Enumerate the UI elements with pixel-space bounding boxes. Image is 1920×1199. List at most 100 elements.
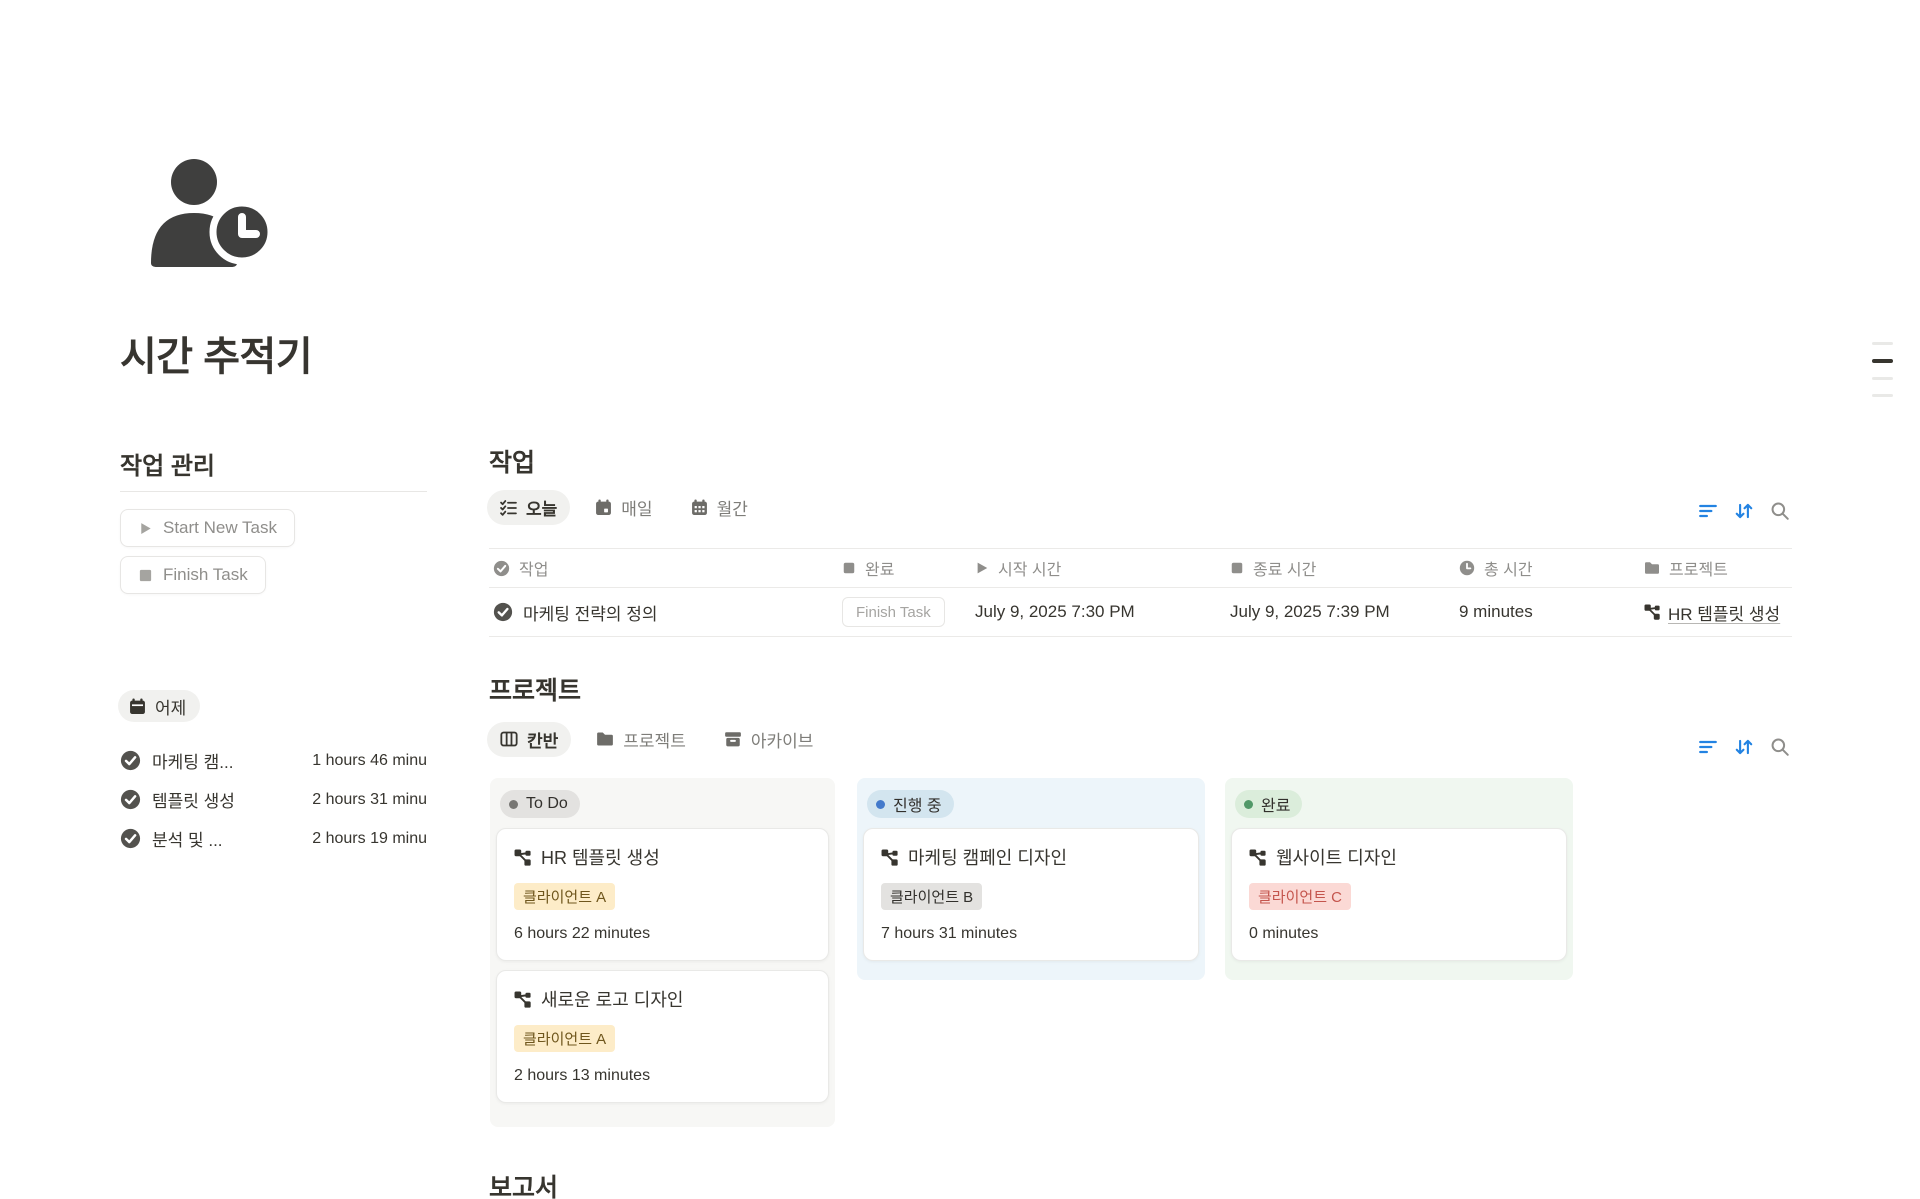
status-dot [509, 800, 518, 809]
stop-icon [138, 568, 153, 583]
column-header-project[interactable]: 프로젝트 [1640, 556, 1792, 580]
column-header-label: 총 시간 [1484, 556, 1533, 580]
sort-icon[interactable] [1734, 737, 1754, 757]
task-management-heading: 작업 관리 [120, 446, 215, 481]
column-status-label: 완료 [1261, 792, 1290, 816]
cell-project: HR 템플릿 생성 [1640, 600, 1792, 625]
cell-total-time: 9 minutes [1455, 602, 1640, 622]
square-icon [842, 561, 856, 575]
card-duration: 0 minutes [1249, 925, 1549, 943]
tab-projects[interactable]: 프로젝트 [583, 722, 699, 757]
tab-daily[interactable]: 매일 [582, 490, 665, 525]
yesterday-history-list: 마케팅 캠... 1 hours 46 minu 템플릿 생성 2 hours … [120, 747, 427, 864]
yesterday-toggle[interactable]: 어제 [118, 690, 200, 722]
project-link-label: HR 템플릿 생성 [1668, 600, 1780, 625]
tab-monthly[interactable]: 월간 [678, 490, 761, 525]
row-finish-task-button[interactable]: Finish Task [842, 597, 945, 627]
column-header-total-time[interactable]: 총 시간 [1455, 556, 1640, 580]
outline-dash[interactable] [1872, 394, 1893, 397]
page-title: 시간 추적기 [120, 324, 312, 382]
relation-icon [1644, 604, 1660, 620]
client-tag: 클라이언트 B [881, 883, 982, 910]
list-item[interactable]: 분석 및 ... 2 hours 19 minu [120, 825, 427, 852]
kanban-card[interactable]: 새로운 로고 디자인 클라이언트 A 2 hours 13 minutes [496, 970, 829, 1103]
column-header-status[interactable]: 완료 [838, 556, 971, 580]
clock-icon [1459, 560, 1475, 576]
filter-icon[interactable] [1698, 501, 1718, 521]
filter-icon[interactable] [1698, 737, 1718, 757]
tab-monthly-label: 월간 [717, 495, 748, 520]
history-task-duration: 2 hours 19 minu [312, 830, 427, 848]
column-header-task[interactable]: 작업 [489, 556, 838, 580]
project-relation-link[interactable]: HR 템플릿 생성 [1644, 600, 1780, 625]
relation-icon [514, 849, 531, 866]
calendar-icon [595, 499, 612, 516]
column-header-start-time[interactable]: 시작 시간 [971, 556, 1226, 580]
card-title: HR 템플릿 생성 [541, 844, 660, 870]
kanban-card[interactable]: 마케팅 캠페인 디자인 클라이언트 B 7 hours 31 minutes [863, 828, 1199, 961]
finish-task-label: Finish Task [163, 565, 248, 585]
yesterday-label: 어제 [155, 694, 186, 719]
task-check-icon [120, 750, 141, 771]
history-task-duration: 2 hours 31 minu [312, 791, 427, 809]
tab-kanban-label: 칸반 [527, 727, 558, 752]
card-title: 마케팅 캠페인 디자인 [908, 844, 1067, 870]
card-title: 새로운 로고 디자인 [541, 986, 683, 1012]
client-tag: 클라이언트 C [1249, 883, 1351, 910]
outline-dash[interactable] [1872, 377, 1893, 380]
task-name: 마케팅 전략의 정의 [523, 600, 658, 625]
card-duration: 2 hours 13 minutes [514, 1067, 811, 1085]
column-header-label: 프로젝트 [1669, 556, 1728, 580]
calendar-grid-icon [691, 499, 708, 516]
column-header-end-time[interactable]: 종료 시간 [1226, 556, 1455, 580]
play-icon [138, 521, 153, 536]
tab-archive[interactable]: 아카이브 [711, 722, 827, 757]
history-task-name: 마케팅 캠... [152, 748, 233, 773]
tasks-view-tabs: 오늘 매일 [487, 489, 761, 525]
history-task-name: 템플릿 생성 [152, 787, 235, 812]
column-status-label: 진행 중 [893, 792, 942, 816]
square-icon [1230, 561, 1244, 575]
start-new-task-button[interactable]: Start New Task [120, 509, 295, 547]
task-check-icon [120, 828, 141, 849]
time-tracker-page: 시간 추적기 작업 관리 Start New Task Finish Task … [0, 0, 1920, 1199]
client-tag: 클라이언트 A [514, 883, 615, 910]
column-header-label: 종료 시간 [1253, 556, 1316, 580]
tasks-heading: 작업 [489, 443, 535, 479]
column-header-label: 작업 [519, 556, 548, 580]
tab-today-label: 오늘 [526, 495, 557, 520]
table-row[interactable]: 마케팅 전략의 정의 Finish Task July 9, 2025 7:30… [489, 588, 1792, 637]
task-check-icon[interactable] [493, 602, 513, 622]
folder-icon [1644, 560, 1660, 576]
relation-icon [514, 991, 531, 1008]
tab-kanban[interactable]: 칸반 [487, 722, 571, 757]
archive-box-icon [724, 730, 742, 748]
kanban-card[interactable]: 웹사이트 디자인 클라이언트 C 0 minutes [1231, 828, 1567, 961]
list-item[interactable]: 마케팅 캠... 1 hours 46 minu [120, 747, 427, 774]
kanban-column-todo: To Do HR 템플릿 생성 클라이언트 A 6 hours 22 minut… [490, 778, 835, 1127]
outline-dash-active[interactable] [1872, 359, 1893, 363]
sidebar-divider [120, 491, 427, 492]
projects-heading: 프로젝트 [489, 671, 581, 707]
search-icon[interactable] [1770, 737, 1790, 757]
tab-today[interactable]: 오늘 [487, 490, 570, 525]
cell-task[interactable]: 마케팅 전략의 정의 [489, 600, 838, 625]
column-status-pill[interactable]: 진행 중 [867, 790, 954, 818]
finish-task-button[interactable]: Finish Task [120, 556, 266, 594]
sort-icon[interactable] [1734, 501, 1754, 521]
outline-dash[interactable] [1872, 342, 1893, 345]
search-icon[interactable] [1770, 501, 1790, 521]
cell-end-time: July 9, 2025 7:39 PM [1226, 602, 1455, 622]
kanban-column-in-progress: 진행 중 마케팅 캠페인 디자인 클라이언트 B 7 hours 31 minu… [857, 778, 1205, 980]
tasks-toolbar [1698, 501, 1790, 521]
column-header-label: 시작 시간 [998, 556, 1061, 580]
cell-status: Finish Task [838, 597, 971, 627]
column-status-pill[interactable]: 완료 [1235, 790, 1302, 818]
kanban-card[interactable]: HR 템플릿 생성 클라이언트 A 6 hours 22 minutes [496, 828, 829, 961]
play-icon [975, 561, 989, 575]
column-status-label: To Do [526, 795, 568, 813]
outline-indicator[interactable] [1872, 342, 1893, 411]
column-header-label: 완료 [865, 556, 894, 580]
list-item[interactable]: 템플릿 생성 2 hours 31 minu [120, 786, 427, 813]
column-status-pill[interactable]: To Do [500, 790, 580, 818]
